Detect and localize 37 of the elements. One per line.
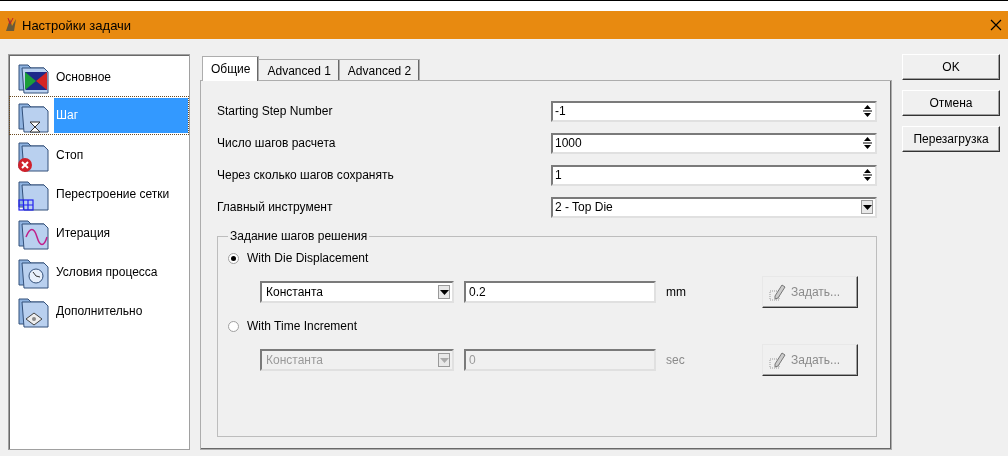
spin-field[interactable]: -1: [550, 100, 877, 122]
tab[interactable]: Общие: [202, 56, 260, 81]
sidebar-item[interactable]: Основное: [9, 57, 189, 96]
sidebar-item[interactable]: Дополнительно: [9, 291, 189, 330]
radio-button[interactable]: [228, 252, 239, 264]
group-title: Задание шагов решения: [229, 229, 369, 243]
field-label: Число шагов расчета: [217, 136, 337, 150]
spin-arrows-icon[interactable]: [862, 102, 873, 120]
spin-arrows-icon[interactable]: [862, 166, 873, 184]
dropdown[interactable]: 2 - Top Die: [550, 196, 877, 218]
sidebar-item[interactable]: Стоп: [9, 135, 189, 174]
unit-label: mm: [665, 285, 687, 299]
unit-label: sec: [665, 353, 686, 367]
window-title: Настройки задачи: [22, 17, 133, 33]
field-label: Через сколько шагов сохранять: [217, 168, 395, 182]
spin-field[interactable]: 1000: [550, 132, 877, 154]
field-label: Starting Step Number: [217, 104, 334, 118]
spin-field[interactable]: 1: [550, 164, 877, 186]
tab[interactable]: Advanced 1: [258, 59, 340, 80]
close-icon[interactable]: [990, 19, 1002, 31]
sidebar-item[interactable]: Условия процесса: [9, 252, 189, 291]
spin-arrows-icon[interactable]: [862, 134, 873, 152]
tab[interactable]: Advanced 2: [338, 59, 421, 80]
pencil-icon: [769, 351, 787, 369]
dialog-button[interactable]: Отмена: [902, 90, 1000, 116]
dropdown[interactable]: Константа: [260, 281, 454, 303]
sidebar-item[interactable]: Итерация: [9, 213, 189, 252]
dialog-button[interactable]: OK: [902, 54, 1000, 80]
field-label: Главный инструмент: [217, 200, 334, 214]
app-icon: [4, 17, 18, 33]
radio-label[interactable]: With Die Displacement: [247, 251, 369, 265]
input-field[interactable]: 0.2: [464, 281, 656, 303]
caret-icon[interactable]: [439, 289, 449, 295]
pencil-icon: [769, 283, 787, 301]
sidebar-item[interactable]: Перестроение сетки: [9, 174, 189, 213]
caret-icon[interactable]: [862, 204, 872, 210]
dialog-button[interactable]: Перезагрузка: [902, 126, 1000, 152]
